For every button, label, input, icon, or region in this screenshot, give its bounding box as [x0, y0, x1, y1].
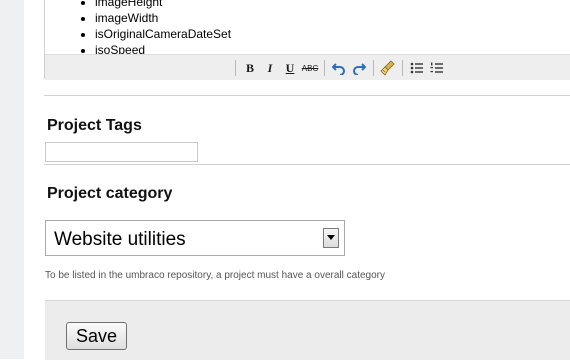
toolbar-separator	[324, 60, 325, 76]
format-group: B I U ABC	[231, 59, 447, 77]
numbered-list-button[interactable]	[427, 59, 447, 77]
bullet-list-button[interactable]	[407, 59, 427, 77]
toolbar-separator	[373, 60, 374, 76]
project-category-label: Project category	[47, 185, 173, 202]
broom-icon	[380, 60, 395, 76]
toolbar-separator	[402, 60, 403, 76]
category-help-text: To be listed in the umbraco repository, …	[45, 270, 385, 281]
divider	[44, 164, 570, 165]
form-footer: Save	[45, 300, 570, 360]
list-item: isoSpeed	[95, 42, 570, 54]
selected-category: Website utilities	[54, 229, 186, 250]
project-tags-input[interactable]	[45, 142, 198, 162]
underline-button[interactable]: U	[280, 59, 300, 77]
rich-text-editor: imageHeight imageWidth isOriginalCameraD…	[44, 0, 570, 80]
undo-icon	[332, 63, 345, 75]
redo-button[interactable]	[349, 59, 369, 77]
strikethrough-button[interactable]: ABC	[300, 59, 320, 77]
list-item: imageWidth	[95, 10, 570, 26]
editor-content-area[interactable]: imageHeight imageWidth isOriginalCameraD…	[45, 0, 570, 54]
bullet-list-icon	[410, 62, 423, 74]
save-button[interactable]: Save	[66, 322, 127, 350]
left-gutter	[0, 0, 24, 359]
toolbar-separator	[235, 60, 236, 76]
numbered-list-icon	[430, 62, 443, 73]
project-category-select[interactable]: Website utilities	[45, 220, 345, 256]
clean-format-button[interactable]	[378, 59, 398, 77]
editor-toolbar: B I U ABC	[45, 54, 570, 80]
bold-button[interactable]: B	[240, 59, 260, 77]
chevron-down-icon	[327, 235, 335, 240]
redo-icon	[353, 63, 366, 75]
list-item: isOriginalCameraDateSet	[95, 26, 570, 42]
bullet-list: imageHeight imageWidth isOriginalCameraD…	[45, 0, 570, 54]
list-item: imageHeight	[95, 0, 570, 10]
undo-button[interactable]	[329, 59, 349, 77]
dropdown-toggle[interactable]	[323, 228, 339, 248]
divider	[44, 95, 570, 96]
page-content: imageHeight imageWidth isOriginalCameraD…	[24, 0, 570, 360]
italic-button[interactable]: I	[260, 59, 280, 77]
project-tags-label: Project Tags	[47, 117, 142, 134]
